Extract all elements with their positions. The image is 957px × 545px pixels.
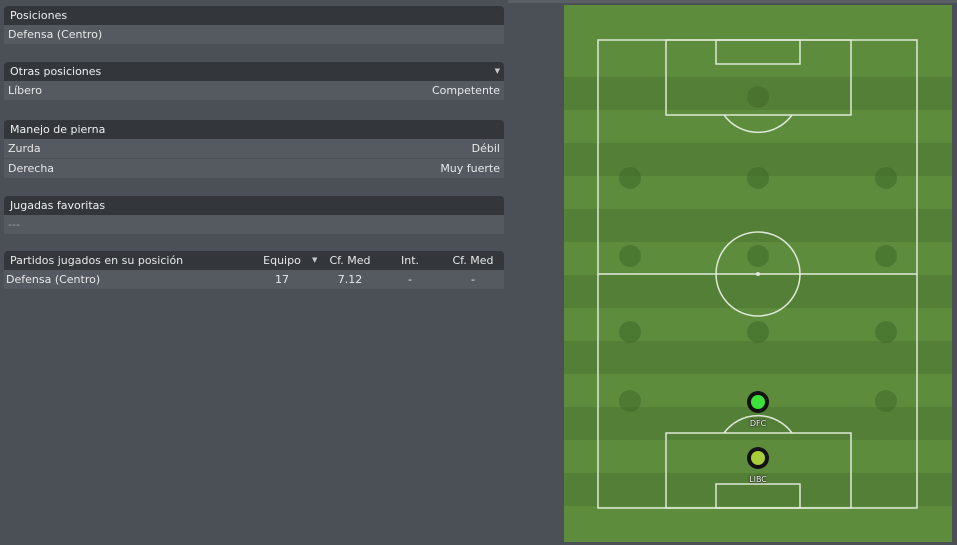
centre-spot bbox=[756, 272, 760, 276]
player-marker-dot bbox=[751, 451, 765, 465]
left-foot-value: Débil bbox=[471, 142, 500, 155]
col-header-int-avg-rating[interactable]: Cf. Med bbox=[450, 251, 496, 270]
other-position-row: Líbero Competente bbox=[4, 81, 504, 101]
positions-section: Posiciones Defensa (Centro) bbox=[4, 6, 504, 45]
table-row[interactable]: Defensa (Centro) 17 7.12 - - bbox=[4, 270, 504, 289]
cell-int-avg-rating: - bbox=[471, 273, 475, 286]
other-position-label: Líbero bbox=[8, 84, 42, 97]
player-label-libc: LIBC bbox=[749, 475, 767, 484]
left-foot-label: Zurda bbox=[8, 142, 41, 155]
footedness-section: Manejo de pierna Zurda Débil Derecha Muy… bbox=[4, 120, 504, 179]
player-marker-libc[interactable] bbox=[747, 447, 769, 469]
cell-team: 17 bbox=[275, 273, 289, 286]
matches-table: Partidos jugados en su posición Equipo ▼… bbox=[4, 251, 504, 289]
col-header-team[interactable]: Equipo bbox=[262, 251, 302, 270]
cell-int: - bbox=[408, 273, 412, 286]
positions-value: Defensa (Centro) bbox=[8, 28, 103, 41]
player-label-dfc: DFC bbox=[749, 419, 767, 428]
player-marker-dfc[interactable] bbox=[747, 391, 769, 413]
other-positions-section: Otras posiciones ▼ Líbero Competente bbox=[4, 62, 504, 101]
favourite-moves-value: --- bbox=[8, 218, 20, 231]
cell-position: Defensa (Centro) bbox=[6, 273, 101, 286]
favourite-moves-section: Jugadas favoritas --- bbox=[4, 196, 504, 235]
player-marker-dot bbox=[751, 395, 765, 409]
favourite-moves-header: Jugadas favoritas bbox=[4, 196, 504, 215]
positions-title: Posiciones bbox=[10, 9, 68, 22]
other-positions-title: Otras posiciones bbox=[10, 65, 102, 78]
cell-avg-rating: 7.12 bbox=[337, 273, 363, 286]
player-positions-panel: Posiciones Defensa (Centro) Otras posici… bbox=[0, 0, 508, 545]
right-foot-row: Derecha Muy fuerte bbox=[4, 159, 504, 179]
other-positions-header[interactable]: Otras posiciones ▼ bbox=[4, 62, 504, 81]
other-position-rating: Competente bbox=[431, 84, 500, 97]
footedness-header: Manejo de pierna bbox=[4, 120, 504, 139]
pitch-drawing bbox=[564, 5, 952, 542]
right-foot-value: Muy fuerte bbox=[440, 162, 500, 175]
positions-header: Posiciones bbox=[4, 6, 504, 25]
top-divider bbox=[508, 0, 957, 3]
left-foot-row: Zurda Débil bbox=[4, 139, 504, 159]
col-header-position[interactable]: Partidos jugados en su posición bbox=[10, 251, 183, 270]
favourite-moves-title: Jugadas favoritas bbox=[10, 199, 106, 212]
col-header-avg-rating[interactable]: Cf. Med bbox=[324, 251, 376, 270]
sort-caret-icon[interactable]: ▼ bbox=[312, 251, 317, 270]
favourite-moves-row: --- bbox=[4, 215, 504, 235]
pitch: DFC LIBC bbox=[564, 5, 952, 542]
footedness-title: Manejo de pierna bbox=[10, 123, 106, 136]
right-foot-label: Derecha bbox=[8, 162, 55, 175]
positions-row: Defensa (Centro) bbox=[4, 25, 504, 45]
col-header-int[interactable]: Int. bbox=[390, 251, 430, 270]
matches-table-header: Partidos jugados en su posición Equipo ▼… bbox=[4, 251, 504, 270]
dropdown-caret-icon[interactable]: ▼ bbox=[495, 62, 500, 81]
